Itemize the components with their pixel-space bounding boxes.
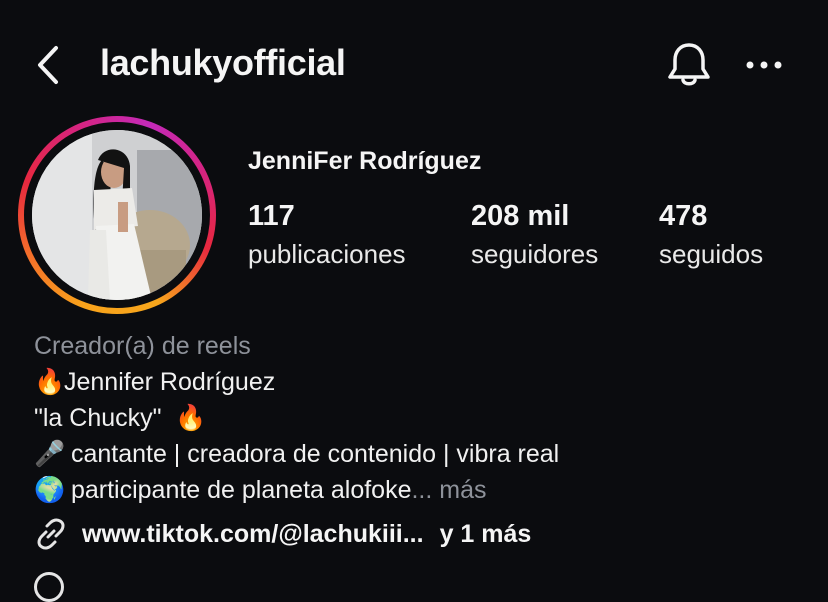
threads-icon[interactable] [34, 572, 64, 602]
stat-followers-label: seguidores [471, 239, 599, 269]
bio-category: Creador(a) de reels [34, 332, 251, 360]
bio-line-2: "la Chucky" 🔥 [34, 400, 814, 436]
bio-ellipsis: ... [411, 476, 433, 504]
microphone-icon: 🎤 [34, 440, 66, 468]
profile-link-row[interactable]: www.tiktok.com/@lachukiii... y 1 más [34, 514, 531, 554]
link-icon [37, 518, 65, 550]
bio-line-3-text: cantante | creadora de contenido | vibra… [64, 440, 560, 468]
profile-header: lachukyofficial [0, 0, 828, 130]
bio-line-2-text: "la Chucky" [34, 404, 169, 432]
stat-followers-value: 208 mil [471, 200, 570, 232]
bio-more-button[interactable]: más [432, 476, 486, 504]
profile-username: lachukyofficial [100, 42, 346, 83]
bio-line-3: 🎤 cantante | creadora de contenido | vib… [34, 436, 814, 472]
bell-icon[interactable] [664, 40, 714, 90]
stat-following-value: 478 [659, 200, 708, 232]
bio-line-1: 🔥Jennifer Rodríguez [34, 364, 814, 400]
profile-link-url[interactable]: www.tiktok.com/@lachukiii... [82, 520, 424, 549]
avatar-image [32, 130, 202, 300]
stat-posts-value: 117 [248, 200, 295, 232]
bio-line-4: 🌍 participante de planeta alofoke... más [34, 472, 814, 508]
stat-following-label: seguidos [659, 239, 764, 269]
avatar[interactable] [32, 130, 202, 300]
profile-full-name: JenniFer Rodríguez [248, 147, 482, 175]
bio-line-1-text: Jennifer Rodríguez [64, 368, 276, 396]
story-ring[interactable] [18, 116, 216, 314]
profile-bio: Creador(a) de reels 🔥Jennifer Rodríguez … [34, 328, 814, 508]
bio-line-4-text: participante de planeta alofoke [64, 476, 412, 504]
stat-posts[interactable]: 117 publicaciones [248, 200, 406, 270]
stat-following[interactable]: 478 seguidos [659, 200, 763, 270]
fire-icon: 🔥 [34, 368, 66, 396]
globe-icon: 🌍 [34, 476, 66, 504]
fire-icon: 🔥 [175, 404, 207, 432]
profile-link-more[interactable]: y 1 más [440, 520, 532, 549]
stat-followers[interactable]: 208 mil seguidores [471, 200, 598, 270]
more-horizontal-icon[interactable] [742, 50, 786, 80]
chevron-left-icon[interactable] [30, 42, 70, 88]
stat-posts-label: publicaciones [248, 239, 406, 269]
